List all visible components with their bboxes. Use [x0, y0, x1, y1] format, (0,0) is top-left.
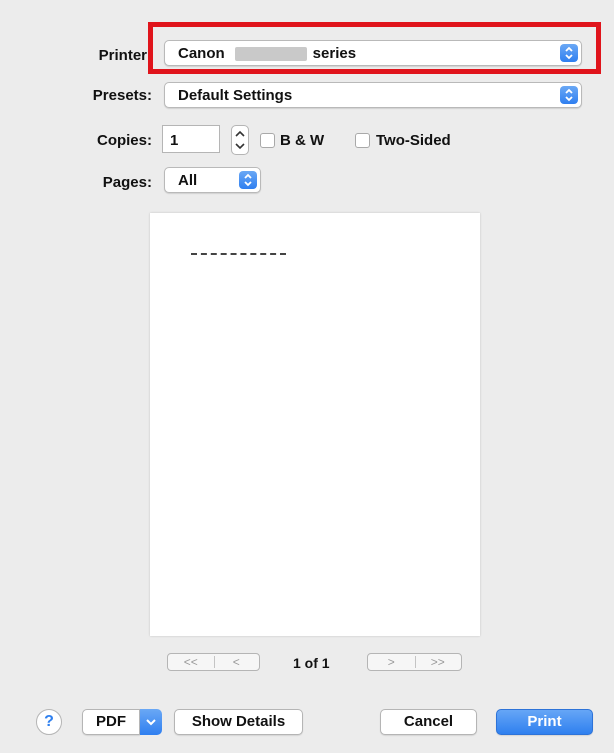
pager-forward-group: > >>	[367, 653, 462, 671]
copies-value: 1	[170, 132, 179, 149]
next-page-button[interactable]: >	[368, 654, 415, 670]
print-preview	[150, 213, 480, 636]
updown-arrows-icon	[239, 171, 257, 189]
help-button[interactable]: ?	[36, 709, 62, 735]
pages-select[interactable]: All	[164, 167, 261, 193]
presets-select[interactable]: Default Settings	[164, 82, 582, 108]
pages-label: Pages:	[102, 174, 152, 191]
print-button[interactable]: Print	[496, 709, 593, 735]
prev-page-button[interactable]: <	[214, 654, 260, 670]
presets-value: Default Settings	[178, 87, 293, 104]
preview-text-line	[191, 253, 286, 255]
presets-label: Presets:	[92, 87, 152, 104]
chevron-down-icon	[146, 719, 156, 726]
updown-arrows-icon	[235, 130, 245, 150]
show-details-button[interactable]: Show Details	[174, 709, 303, 735]
pages-value: All	[178, 172, 198, 189]
pdf-button[interactable]: PDF	[82, 709, 140, 735]
printer-highlight-box	[148, 22, 601, 74]
updown-arrows-icon	[560, 86, 578, 104]
copies-stepper[interactable]	[231, 125, 249, 155]
pdf-menu-button[interactable]	[140, 709, 162, 735]
pager-back-group: << <	[167, 653, 260, 671]
print-dialog: Printer: Canon series Presets: Default Se…	[0, 0, 614, 753]
cancel-button[interactable]: Cancel	[380, 709, 477, 735]
two-sided-checkbox[interactable]	[355, 133, 370, 148]
bw-checkbox[interactable]	[260, 133, 275, 148]
page-count: 1 of 1	[293, 655, 330, 671]
bw-label: B & W	[280, 132, 325, 149]
two-sided-label: Two-Sided	[376, 132, 451, 149]
copies-field[interactable]: 1	[162, 125, 220, 153]
first-page-button[interactable]: <<	[168, 654, 214, 670]
last-page-button[interactable]: >>	[415, 654, 462, 670]
printer-label: Printer:	[98, 47, 152, 64]
copies-label: Copies:	[96, 132, 152, 149]
